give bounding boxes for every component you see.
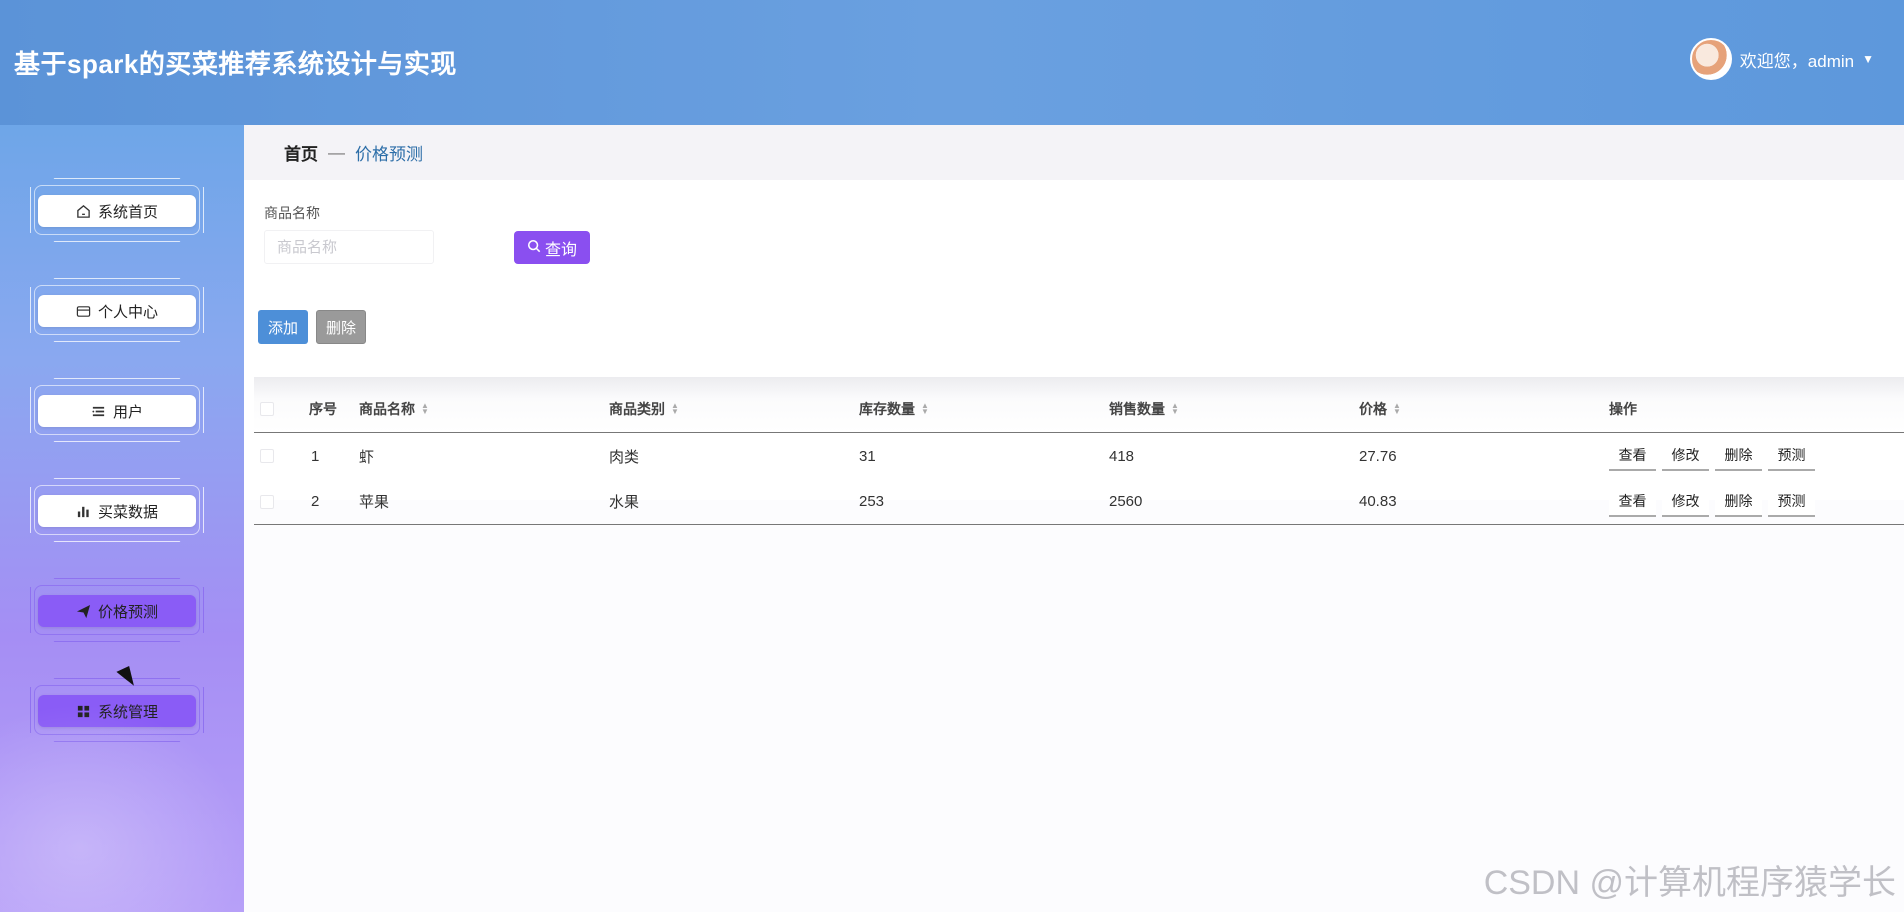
table-header: 序号 商品名称 ▲ ▼ 商品类别 ▲ ▼ 库存数量 ▲ ▼ 销售数量 ▲ ▼ 价格 ▲ ▼ 操作 <box>254 377 1904 433</box>
row-checkbox[interactable] <box>260 449 274 463</box>
sidebar-item-system-admin-button[interactable]: 系统管理 <box>38 695 196 727</box>
product-name-input[interactable] <box>264 230 434 264</box>
column-header-category[interactable]: 商品类别 ▲ ▼ <box>609 381 679 436</box>
grid-icon <box>76 704 92 719</box>
column-header-actions: 操作 <box>1609 400 1637 417</box>
row-actions: 查看 修改 删除 预测 <box>1609 433 1815 479</box>
data-table: 序号 商品名称 ▲ ▼ 商品类别 ▲ ▼ 库存数量 ▲ ▼ 销售数量 ▲ ▼ 价格 ▲ ▼ 操作 1… <box>254 377 1904 525</box>
cell-price: 27.76 <box>1359 447 1397 465</box>
row-checkbox[interactable] <box>260 494 274 509</box>
user-menu[interactable]: 欢迎您，admin ▼ <box>1689 38 1874 80</box>
avatar[interactable] <box>1689 38 1732 80</box>
select-all-checkbox[interactable] <box>260 401 274 416</box>
menu-frame-inner <box>34 685 200 735</box>
sidebar-item-users[interactable]: 用户 <box>30 378 204 442</box>
sidebar-item-home-button[interactable]: 系统首页 <box>38 195 196 227</box>
breadcrumb: 首页 — 价格预测 <box>244 125 1904 180</box>
breadcrumb-separator: — <box>328 142 345 162</box>
cell-name: 虾 <box>359 448 375 466</box>
sidebar-item-home[interactable]: 系统首页 <box>30 178 204 242</box>
sidebar-item-system-admin[interactable]: 系统管理 <box>30 678 204 742</box>
sort-icon[interactable]: ▲ ▼ <box>671 401 679 415</box>
predict-button[interactable]: 预测 <box>1768 486 1815 517</box>
row-delete-button[interactable]: 删除 <box>1715 441 1762 471</box>
paper-plane-icon <box>76 604 92 619</box>
predict-button[interactable]: 预测 <box>1768 441 1815 471</box>
main-content: 首页 — 价格预测 商品名称 查询 添加 删除 序号 商品名称▲▼ 商品类别▲▼… <box>244 125 1904 912</box>
query-button[interactable]: 查询 <box>514 231 590 264</box>
sidebar-item-profile[interactable]: 个人中心 <box>30 278 204 342</box>
column-header-price[interactable]: 价格 ▲ ▼ <box>1359 381 1401 436</box>
breadcrumb-home[interactable]: 首页 <box>284 140 318 165</box>
query-button-label: 查询 <box>544 241 577 259</box>
card-icon <box>76 304 92 319</box>
sort-icon[interactable]: ▲ ▼ <box>1393 401 1401 415</box>
column-header-stock[interactable]: 库存数量 ▲ ▼ <box>859 381 929 436</box>
breadcrumb-current: 价格预测 <box>355 145 423 164</box>
sort-icon[interactable]: ▲ ▼ <box>421 401 429 415</box>
sort-icon[interactable]: ▲ ▼ <box>921 401 929 415</box>
sidebar-item-users-button[interactable]: 用户 <box>38 395 196 427</box>
cell-name: 苹果 <box>359 494 390 511</box>
cell-stock: 31 <box>859 447 876 465</box>
sidebar-item-grocery-data[interactable]: 买菜数据 <box>30 478 204 542</box>
table-row: 2 苹果 水果 253 2560 40.83 查看 修改 删除 预测 <box>254 479 1904 525</box>
sidebar-item-label: 个人中心 <box>97 303 158 321</box>
cell-category: 水果 <box>609 494 640 511</box>
home-icon <box>76 204 92 219</box>
edit-button[interactable]: 修改 <box>1662 441 1709 471</box>
chevron-down-icon[interactable]: ▼ <box>1862 52 1874 66</box>
delete-button[interactable]: 删除 <box>316 310 366 344</box>
bar-chart-icon <box>76 504 92 519</box>
sidebar-item-label: 买菜数据 <box>97 503 158 521</box>
cell-sales: 2560 <box>1109 493 1143 510</box>
column-header-sales[interactable]: 销售数量 ▲ ▼ <box>1109 381 1179 436</box>
top-header: 基于spark的买菜推荐系统设计与实现 欢迎您，admin ▼ <box>0 0 1904 125</box>
list-icon <box>91 404 107 419</box>
edit-button[interactable]: 修改 <box>1662 486 1709 517</box>
column-header-index: 序号 <box>309 400 337 417</box>
cell-index: 2 <box>311 493 320 510</box>
sidebar-item-label: 系统首页 <box>97 203 158 221</box>
sidebar-item-price-forecast-button[interactable]: 价格预测 <box>38 595 196 627</box>
cell-stock: 253 <box>859 493 885 510</box>
sort-icon[interactable]: ▲ ▼ <box>1171 401 1179 415</box>
view-button[interactable]: 查看 <box>1609 486 1656 517</box>
row-delete-button[interactable]: 删除 <box>1715 486 1762 517</box>
app-title: 基于spark的买菜推荐系统设计与实现 <box>14 49 457 79</box>
sidebar-item-price-forecast[interactable]: 价格预测 <box>30 578 204 642</box>
sidebar-item-label: 用户 <box>112 403 143 421</box>
sidebar-item-label: 价格预测 <box>97 603 158 621</box>
watermark: CSDN @计算机程序猿学长 <box>1483 864 1896 902</box>
cell-sales: 418 <box>1109 447 1135 465</box>
cell-price: 40.83 <box>1359 493 1397 510</box>
add-button[interactable]: 添加 <box>258 310 308 344</box>
row-actions: 查看 修改 删除 预测 <box>1609 479 1815 524</box>
view-button[interactable]: 查看 <box>1609 441 1656 471</box>
welcome-text[interactable]: 欢迎您，admin <box>1740 47 1854 72</box>
sidebar: 系统首页 个人中心 用户 买菜数据 价格预测 系统管理 <box>0 125 244 912</box>
sidebar-item-grocery-data-button[interactable]: 买菜数据 <box>38 495 196 527</box>
column-header-name[interactable]: 商品名称 ▲ ▼ <box>359 381 429 436</box>
sidebar-item-profile-button[interactable]: 个人中心 <box>38 295 196 327</box>
cell-category: 肉类 <box>609 448 640 466</box>
search-icon <box>527 239 541 256</box>
sidebar-item-label: 系统管理 <box>97 703 158 721</box>
product-name-label: 商品名称 <box>264 205 320 221</box>
cell-index: 1 <box>311 447 320 465</box>
table-row: 1 虾 肉类 31 418 27.76 查看 修改 删除 预测 <box>254 433 1904 479</box>
